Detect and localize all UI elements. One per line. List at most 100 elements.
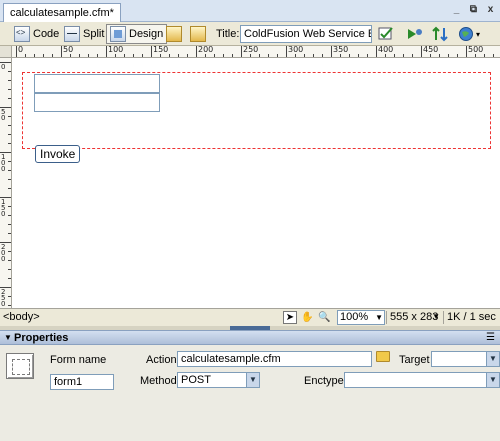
ruler-label: 100 [1, 153, 6, 173]
collapse-triangle-icon[interactable]: ▼ [4, 333, 12, 342]
ruler-tick [358, 54, 359, 57]
ruler-tick [313, 54, 314, 57]
ruler-tick [88, 54, 89, 57]
split-view-button[interactable]: Split [60, 24, 108, 44]
zoom-tool-icon[interactable]: 🔍 [317, 311, 331, 324]
ruler-label: 150 [153, 46, 169, 54]
ruler-tick [8, 233, 11, 234]
design-view-label: Design [129, 28, 164, 40]
ruler-tick [403, 54, 404, 57]
ruler-tick [421, 46, 422, 57]
ruler-tick [8, 215, 11, 216]
ruler-tick [61, 46, 62, 57]
ruler-tick [223, 54, 224, 57]
ruler-tick [250, 54, 251, 57]
ruler-tick [70, 54, 71, 57]
ruler-tick [8, 278, 11, 279]
chevron-down-icon[interactable]: ▾ [476, 30, 480, 39]
ruler-label: 350 [333, 46, 349, 54]
form-icon [6, 353, 34, 379]
ruler-tick [412, 54, 413, 57]
live-view-button[interactable] [186, 24, 210, 44]
ruler-origin[interactable] [0, 46, 12, 58]
document-tab[interactable]: calculatesample.cfm* [3, 3, 121, 22]
ruler-tick [97, 54, 98, 57]
ruler-label: 100 [108, 46, 124, 54]
ruler-label: 200 [198, 46, 214, 54]
ruler-tick [349, 54, 350, 57]
window-size-value: 555 x 283 [390, 311, 439, 323]
file-management-icon[interactable] [432, 26, 450, 42]
document-tab-bar: calculatesample.cfm* _ ⧉ x [0, 0, 500, 22]
design-canvas[interactable]: Invoke [12, 58, 500, 308]
horizontal-ruler: 0 50 100 150 200 250 300 350 400 450 500 [12, 46, 500, 58]
folder-icon[interactable] [376, 351, 390, 362]
ruler-tick [205, 54, 206, 57]
ruler-tick [34, 54, 35, 57]
download-stat: 1K / 1 sec [447, 311, 496, 323]
ruler-label: 500 [468, 46, 484, 54]
form-name-label: Form name [50, 354, 107, 366]
ruler-tick [196, 46, 197, 57]
ruler-tick [8, 98, 11, 99]
code-view-button[interactable]: Code [10, 24, 63, 44]
ruler-tick [367, 54, 368, 57]
code-view-icon [14, 26, 30, 42]
zoom-select[interactable]: 100% ▼ [337, 310, 385, 325]
ruler-tick [295, 54, 296, 57]
tag-selector[interactable]: <body> [3, 311, 40, 323]
restore-icon[interactable]: ⧉ [468, 4, 479, 15]
title-label: Title: [216, 28, 240, 40]
ruler-tick [151, 46, 152, 57]
preview-browser-icon[interactable] [406, 26, 424, 42]
form-name-field[interactable]: form1 [50, 374, 114, 390]
ruler-tick [457, 54, 458, 57]
ruler-tick [466, 46, 467, 57]
ruler-tick [277, 54, 278, 57]
close-icon[interactable]: x [485, 4, 496, 15]
ruler-tick [8, 89, 11, 90]
ruler-tick [43, 54, 44, 57]
ruler-tick [8, 305, 11, 306]
live-view-icon [190, 26, 206, 42]
design-view-button[interactable]: Design [106, 24, 168, 44]
ruler-label: 50 [1, 108, 6, 122]
action-field[interactable]: calculatesample.cfm [177, 351, 372, 367]
ruler-tick [394, 54, 395, 57]
ruler-tick [286, 46, 287, 57]
ruler-tick [178, 54, 179, 57]
ruler-tick [430, 54, 431, 57]
text-field-1[interactable] [34, 74, 160, 93]
form-outline[interactable]: Invoke [22, 72, 491, 163]
window-size-select[interactable]: 555 x 283 ▼ [389, 310, 441, 325]
ruler-tick [106, 46, 107, 57]
text-field-2[interactable] [34, 93, 160, 112]
live-data-button[interactable] [162, 24, 186, 44]
select-tool-icon[interactable]: ➤ [283, 311, 297, 324]
panel-options-icon[interactable]: ☰ [486, 332, 495, 343]
split-view-icon [64, 26, 80, 42]
ruler-tick [8, 116, 11, 117]
page-title-input[interactable]: ColdFusion Web Service Exam [240, 25, 372, 43]
enctype-select[interactable]: ▼ [344, 372, 500, 388]
ruler-tick [8, 206, 11, 207]
ruler-tick [52, 54, 53, 57]
method-select[interactable]: POST ▼ [177, 372, 260, 388]
ruler-tick [259, 54, 260, 57]
validate-markup-icon[interactable] [378, 26, 396, 42]
ruler-tick [8, 71, 11, 72]
ruler-tick [241, 46, 242, 57]
globe-icon[interactable] [458, 26, 476, 42]
ruler-tick [376, 46, 377, 57]
target-select[interactable]: ▼ [431, 351, 500, 367]
hand-tool-icon[interactable]: ✋ [300, 311, 314, 324]
invoke-button[interactable]: Invoke [35, 145, 81, 163]
status-bar: <body> ➤ ✋ 🔍 100% ▼ 555 x 283 ▼ 1K / 1 s… [0, 308, 500, 326]
code-view-label: Code [33, 28, 60, 40]
ruler-tick [124, 54, 125, 57]
enctype-label: Enctype [304, 375, 344, 387]
minimize-icon[interactable]: _ [451, 4, 462, 15]
design-view-icon [110, 26, 126, 42]
properties-panel-header[interactable]: ▼ Properties ☰ [0, 330, 500, 345]
ruler-label: 150 [1, 198, 6, 218]
